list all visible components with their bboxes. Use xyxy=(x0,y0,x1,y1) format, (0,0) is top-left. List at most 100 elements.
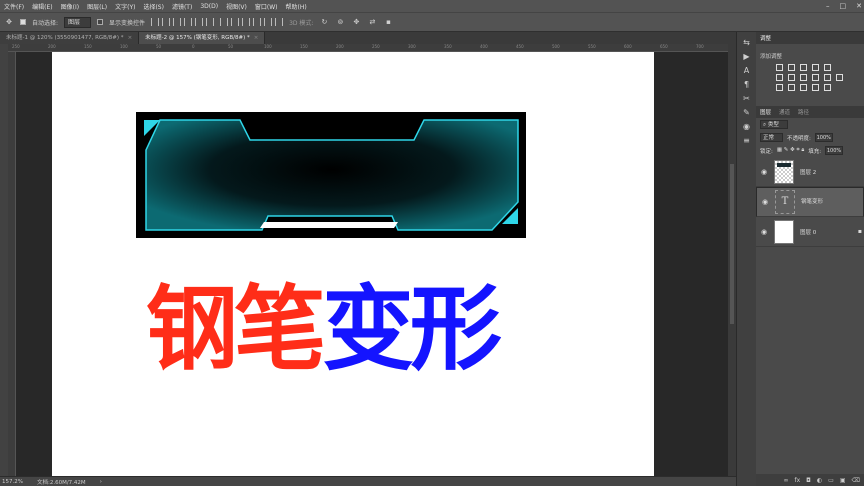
clone-icon[interactable]: ◉ xyxy=(742,122,752,132)
menu-item[interactable]: 窗口(W) xyxy=(251,2,282,11)
tools-icon[interactable]: ✂ xyxy=(742,94,752,104)
hud-frame-image xyxy=(136,112,526,238)
3d-drag-icon[interactable]: ✥ xyxy=(351,17,361,27)
document-canvas[interactable]: 钢笔 变形 xyxy=(52,52,654,476)
align-vcenter-icon[interactable] xyxy=(162,18,171,26)
ruler-tick: 500 xyxy=(552,44,560,49)
threshold-icon[interactable] xyxy=(800,84,807,91)
menu-item[interactable]: 文字(Y) xyxy=(111,2,139,11)
menu-item[interactable]: 3D(D) xyxy=(196,3,222,10)
adjust-icon[interactable]: ≡ xyxy=(742,136,752,146)
curves-icon[interactable] xyxy=(800,64,807,71)
menu-item[interactable]: 图层(L) xyxy=(83,2,111,11)
align-bottom-icon[interactable] xyxy=(173,18,182,26)
tab-document-1[interactable]: 未标题-1 @ 120% (3550901477, RGB/8#) * × xyxy=(0,32,140,44)
hud-frame-graphic xyxy=(144,119,519,231)
bw-icon[interactable] xyxy=(800,74,807,81)
gradient-map-icon[interactable] xyxy=(812,84,819,91)
photo-filter-icon[interactable] xyxy=(812,74,819,81)
lock-icons[interactable]: ▦ ✎ ✥ ⌗ 🔒︎ xyxy=(777,147,804,154)
vertical-scrollbar[interactable] xyxy=(728,44,736,476)
char-icon[interactable]: A xyxy=(742,66,752,76)
para-icon[interactable]: ¶ xyxy=(742,80,752,90)
lookup-icon[interactable] xyxy=(836,74,843,81)
tab-paths[interactable]: 路径 xyxy=(798,108,809,116)
tab-close-icon[interactable]: × xyxy=(254,35,259,41)
vertical-ruler[interactable] xyxy=(8,52,16,476)
play-icon[interactable]: ▶ xyxy=(742,52,752,62)
layer-row[interactable]: ◉ 图层 2 xyxy=(756,157,864,187)
brightness-icon[interactable] xyxy=(776,64,783,71)
mask-icon[interactable]: ◘ xyxy=(806,477,811,484)
menu-item[interactable]: 滤镜(T) xyxy=(168,2,196,11)
balance-icon[interactable] xyxy=(788,74,795,81)
vibrance-icon[interactable] xyxy=(824,64,831,71)
move-tool-icon[interactable]: ✥ xyxy=(4,17,14,27)
dist-right-icon[interactable] xyxy=(275,18,284,26)
eye-icon[interactable]: ◉ xyxy=(760,168,768,176)
horizontal-ruler[interactable]: 250 200 150 100 50 0 50 100 150 200 250 300 350 400 45… xyxy=(8,44,728,52)
tab-layers[interactable]: 图层 xyxy=(760,108,771,116)
align-left-icon[interactable] xyxy=(184,18,193,26)
menu-item[interactable]: 选择(S) xyxy=(139,2,168,11)
layer-row[interactable]: ◉ T 钢笔变形 xyxy=(756,187,864,217)
ruler-tick: 350 xyxy=(444,44,452,49)
tab-adjustments[interactable]: 调整 xyxy=(760,34,771,42)
tools-panel[interactable] xyxy=(0,44,8,476)
blend-mode-dropdown[interactable]: 正常 xyxy=(760,133,784,142)
tab-channels[interactable]: 通道 xyxy=(779,108,790,116)
menu-item[interactable]: 视图(V) xyxy=(222,2,251,11)
mixer-icon[interactable] xyxy=(824,74,831,81)
hue-icon[interactable] xyxy=(776,74,783,81)
opacity-input[interactable]: 100% xyxy=(814,133,833,142)
eye-icon[interactable]: ◉ xyxy=(760,228,768,236)
auto-select-checkbox[interactable] xyxy=(20,19,26,25)
tab-close-icon[interactable]: × xyxy=(128,35,133,41)
link-icon[interactable]: ∞ xyxy=(784,477,789,484)
status-arrow-icon[interactable]: › xyxy=(100,479,102,485)
tab-document-2[interactable]: 未标题-2 @ 157% (钢笔变形, RGB/8#) * × xyxy=(139,32,266,44)
3d-slide-icon[interactable]: ⇄ xyxy=(367,17,377,27)
fx-icon[interactable]: fx xyxy=(795,477,801,484)
invert-icon[interactable] xyxy=(776,84,783,91)
minimize-button[interactable]: – xyxy=(826,2,830,10)
exposure-icon[interactable] xyxy=(812,64,819,71)
levels-icon[interactable] xyxy=(788,64,795,71)
dist-hcenter-icon[interactable] xyxy=(264,18,273,26)
maximize-button[interactable]: □ xyxy=(840,2,847,10)
new-layer-icon[interactable]: ▣ xyxy=(840,477,846,484)
tool-presets-icon[interactable]: ⇆ xyxy=(742,38,752,48)
zoom-level[interactable]: 157.2% xyxy=(2,479,23,485)
layer-row[interactable]: ◉ 图层 0 ▪ xyxy=(756,217,864,247)
3d-rotate-icon[interactable]: ↻ xyxy=(319,17,329,27)
group-icon[interactable]: ▭ xyxy=(828,477,834,484)
eye-icon[interactable]: ◉ xyxy=(761,197,769,207)
menu-item[interactable]: 编辑(E) xyxy=(28,2,56,11)
menu-item[interactable]: 帮助(H) xyxy=(282,2,311,11)
ruler-tick: 550 xyxy=(588,44,596,49)
menu-item[interactable]: 文件(F) xyxy=(0,2,28,11)
dist-vcenter-icon[interactable] xyxy=(231,18,240,26)
selective-color-icon[interactable] xyxy=(824,84,831,91)
trash-icon[interactable]: ⌫ xyxy=(852,477,860,484)
posterize-icon[interactable] xyxy=(788,84,795,91)
dist-top-icon[interactable] xyxy=(220,18,229,26)
align-hcenter-icon[interactable] xyxy=(195,18,204,26)
fill-input[interactable]: 100% xyxy=(825,146,844,155)
menu-bar: 文件(F) 编辑(E) 图像(I) 图层(L) 文字(Y) 选择(S) 滤镜(T) 3D(D)… xyxy=(0,0,864,12)
3d-scale-icon[interactable]: ▪ xyxy=(383,17,393,27)
close-button[interactable]: ✕ xyxy=(856,2,862,10)
kind-filter-dropdown[interactable]: ⌕ 类型 xyxy=(760,120,788,129)
align-top-icon[interactable] xyxy=(151,18,160,26)
dist-bottom-icon[interactable] xyxy=(242,18,251,26)
auto-select-dropdown[interactable]: 图层 xyxy=(64,16,92,28)
3d-roll-icon[interactable]: ⊚ xyxy=(335,17,345,27)
show-transform-checkbox[interactable] xyxy=(97,19,104,25)
menu-item[interactable]: 图像(I) xyxy=(57,2,83,11)
scroll-thumb[interactable] xyxy=(730,164,734,324)
dist-left-icon[interactable] xyxy=(253,18,262,26)
brush-icon[interactable]: ✎ xyxy=(742,108,752,118)
canvas-area[interactable]: 钢笔 变形 xyxy=(16,52,728,476)
align-right-icon[interactable] xyxy=(206,18,215,26)
adjustment-icon[interactable]: ◐ xyxy=(817,477,822,484)
